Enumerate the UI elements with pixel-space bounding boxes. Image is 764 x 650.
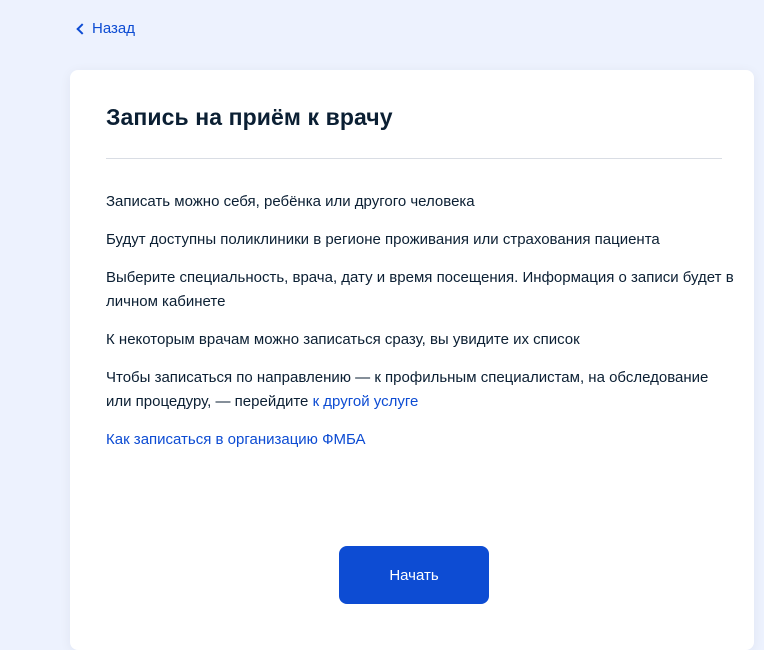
info-paragraphs: Записать можно себя, ребёнка или другого… — [106, 190, 736, 452]
service-card: Запись на приём к врачу Записать можно с… — [70, 70, 754, 650]
title-divider — [106, 158, 722, 159]
back-link-label: Назад — [92, 20, 135, 37]
info-paragraph-clinics: Будут доступны поликлиники в регионе про… — [106, 231, 660, 248]
info-paragraph-who: Записать можно себя, ребёнка или другого… — [106, 193, 475, 210]
start-button[interactable]: Начать — [339, 546, 489, 604]
chevron-left-icon — [76, 23, 88, 35]
fmba-link[interactable]: Как записаться в организацию ФМБА — [106, 428, 366, 452]
other-service-link[interactable]: к другой услуге — [313, 393, 419, 410]
info-paragraph-instant: К некоторым врачам можно записаться сраз… — [106, 331, 580, 348]
info-paragraph-referral: Чтобы записаться по направлению — к проф… — [106, 366, 736, 414]
page-title: Запись на приём к врачу — [106, 104, 393, 130]
back-link[interactable]: Назад — [76, 20, 135, 37]
info-paragraph-choose: Выберите специальность, врача, дату и вр… — [106, 269, 734, 310]
